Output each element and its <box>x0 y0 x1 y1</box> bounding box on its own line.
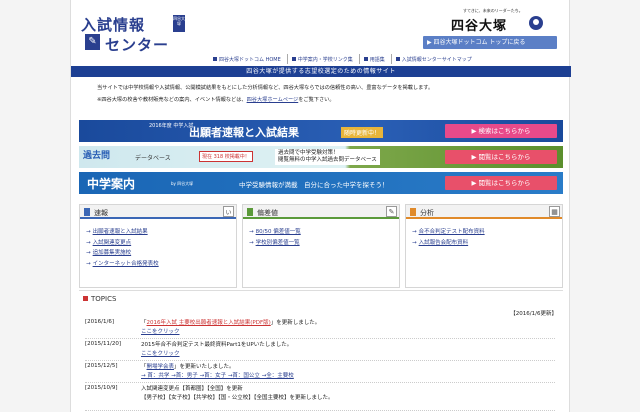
topics-updated: 【2016/1/6更新】 <box>510 311 557 317</box>
topic-row: [2015/12/5] 「開場学会表」を更新いたしました。 → 首：共学 →首：… <box>85 363 555 383</box>
link-list: 80/50 偏差値一覧 学校別偏差値一覧 <box>249 227 301 248</box>
click-here-link[interactable]: ここをクリック <box>141 329 180 335</box>
browse-button[interactable]: ▶ 閲覧はこちらから <box>445 176 557 190</box>
banner-title: 中学案内 <box>87 177 136 191</box>
page: 入試情報 四谷大塚 ✎ センター すてきに、未来のリーダーたち。 四谷大塚 ▶ … <box>70 0 571 412</box>
box-title: 偏差値 <box>257 209 278 217</box>
banner-subtitle: データベース <box>135 155 171 162</box>
list-item[interactable]: 80/50 偏差値一覧 <box>249 227 301 238</box>
topics-title: TOPICS <box>83 295 116 303</box>
brand-mark-icon <box>529 16 543 30</box>
intro-note: ※四谷大塚の校舎や教材販売などの案内、イベント情報などは、四谷大塚ホームページを… <box>97 97 335 103</box>
section-mark-icon <box>84 208 90 216</box>
pencil-icon: ✎ <box>386 206 397 217</box>
banner-title: 出願者速報と入試結果 <box>189 126 299 139</box>
topic-row: [2015/10/9] 入試関連変更点【首都圏】【全国】を更新 【男子校】【女子… <box>85 385 555 411</box>
logo-line1: 入試情報 <box>81 16 146 34</box>
link-list: 出願者速報と入試結果 入試関連変更点 追加募集実施校 インターネット合格発表校 <box>86 227 159 269</box>
topic-message: 「開場学会表」を更新いたしました。 → 首：共学 →首：男子 →首：女子 →首：… <box>141 364 294 379</box>
list-item[interactable]: 入試報告会配布資料 <box>412 238 485 249</box>
section-mark-icon <box>410 208 416 216</box>
banner-school-guide[interactable]: 中学案内 by 四谷大塚 中学受験情報が満載 自分に合った中学を探そう！ ▶ 閲… <box>79 172 563 194</box>
topic-message: 2015年合不合判定テスト最終資料Part1をUPいたしました。 ここをクリック <box>141 342 293 357</box>
brand-logo[interactable]: すてきに、未来のリーダーたち。 四谷大塚 <box>447 8 567 38</box>
nav-link-glossary[interactable]: 用語集 <box>363 54 392 64</box>
brand-name: 四谷大塚 <box>451 19 508 34</box>
square-icon <box>395 57 400 61</box>
topic-date: [2016/1/6] <box>85 319 114 325</box>
back-to-top-button[interactable]: ▶ 四谷大塚ドットコム トップに戻る <box>423 36 557 49</box>
site-description-bar: 四谷大塚が提供する志望校選定のための情報サイト <box>71 66 571 77</box>
brand-tagline: すてきに、未来のリーダーたち。 <box>463 8 523 13</box>
banner-applicant-results[interactable]: 2016年度 中学入試 出願者速報と入試結果 随時更新中！ ▶ 検索はこちらから <box>79 120 563 142</box>
pen-icon: ✎ <box>85 34 100 50</box>
banner-description: 中学受験情報が満載 自分に合った中学を探そう！ <box>239 181 389 189</box>
list-item[interactable]: インターネット合格発表校 <box>86 259 159 270</box>
topic-link[interactable]: 開場学会表 <box>147 364 175 370</box>
topic-link[interactable]: 2016年入試 主要校出願者速報と入試結果(PDF版) <box>147 320 271 326</box>
banner-logo: 過去問 <box>83 151 111 161</box>
box-header: 分析 ▦ <box>406 205 562 219</box>
banner-year-tag: 2016年度 中学入試 <box>149 123 194 129</box>
logo-square: 四谷大塚 <box>173 15 185 32</box>
click-here-link[interactable]: ここをクリック <box>141 351 180 357</box>
nav-link-school-guide[interactable]: 中学案内・学校リンク集 <box>291 54 360 64</box>
list-item[interactable]: 学校別偏差値一覧 <box>249 238 301 249</box>
square-icon <box>213 57 217 61</box>
topic-row: [2015/11/20] 2015年合不合判定テスト最終資料Part1をUPいた… <box>85 341 555 361</box>
banner-description: 過去問で中学受験対策！ 閲覧無料の中学入試過去問データベース <box>275 149 380 165</box>
banner-past-exams[interactable]: 過去問 データベース 現在 318 校掲載中！ 過去問で中学受験対策！ 閲覧無料… <box>79 146 563 168</box>
browse-button[interactable]: ▶ 閲覧はこちらから <box>445 150 557 164</box>
topic-date: [2015/10/9] <box>85 385 118 391</box>
banner-count-badge: 現在 318 校掲載中！ <box>199 151 253 162</box>
link-list: 合不合判定テスト配布資料 入試報告会配布資料 <box>412 227 485 248</box>
box-news: 速報 ぃ 出願者速報と入試結果 入試関連変更点 追加募集実施校 インターネット合… <box>79 204 237 288</box>
category-links[interactable]: → 首：共学 →首：男子 →首：女子 →首：国公立 →全：主要校 <box>141 373 294 379</box>
logo-line2: センター <box>105 36 170 54</box>
list-item[interactable]: 追加募集実施校 <box>86 248 159 259</box>
site-logo[interactable]: 入試情報 四谷大塚 ✎ センター <box>81 14 211 54</box>
box-header: 偏差値 ✎ <box>243 205 399 219</box>
square-icon <box>363 57 368 61</box>
box-title: 分析 <box>420 209 434 217</box>
topic-date: [2015/11/20] <box>85 341 121 347</box>
topic-message: 「2016年入試 主要校出願者速報と入試結果(PDF版)」を更新しました。 ここ… <box>141 320 321 335</box>
topic-date: [2015/12/5] <box>85 363 118 369</box>
box-analysis: 分析 ▦ 合不合判定テスト配布資料 入試報告会配布資料 <box>405 204 563 288</box>
banner-update-badge: 随時更新中！ <box>341 127 384 138</box>
top-navigation: 四谷大塚ドットコム HOME 中学案内・学校リンク集 用語集 入試情報センターサ… <box>213 54 563 64</box>
box-title: 速報 <box>94 209 108 217</box>
search-button[interactable]: ▶ 検索はこちらから <box>445 124 557 138</box>
nav-link-sitemap[interactable]: 入試情報センターサイトマップ <box>395 54 478 64</box>
square-icon <box>83 296 88 301</box>
list-item[interactable]: 出願者速報と入試結果 <box>86 227 159 238</box>
topic-row: [2016/1/6] 「2016年入試 主要校出願者速報と入試結果(PDF版)」… <box>85 319 555 339</box>
list-item[interactable]: 合不合判定テスト配布資料 <box>412 227 485 238</box>
topic-message: 入試関連変更点【首都圏】【全国】を更新 【男子校】【女子校】【共学校】【国・公立… <box>141 386 334 401</box>
box-header: 速報 ぃ <box>80 205 236 219</box>
intro-text: 当サイトでは中学校情報や入試情報、公開模試結果をもとにした分析情報など、四谷大塚… <box>97 85 434 91</box>
section-mark-icon <box>247 208 253 216</box>
topics-section: TOPICS 【2016/1/6更新】 [2016/1/6] 「2016年入試 … <box>79 290 563 412</box>
nav-link-home[interactable]: 四谷大塚ドットコム HOME <box>213 54 288 64</box>
banner-by: by 四谷大塚 <box>171 181 194 186</box>
box-deviation: 偏差値 ✎ 80/50 偏差値一覧 学校別偏差値一覧 <box>242 204 400 288</box>
homepage-link[interactable]: 四谷大塚ホームページ <box>247 97 299 103</box>
chart-icon: ▦ <box>549 206 560 217</box>
news-icon: ぃ <box>223 206 234 217</box>
list-item[interactable]: 入試関連変更点 <box>86 238 159 249</box>
square-icon <box>291 57 296 61</box>
